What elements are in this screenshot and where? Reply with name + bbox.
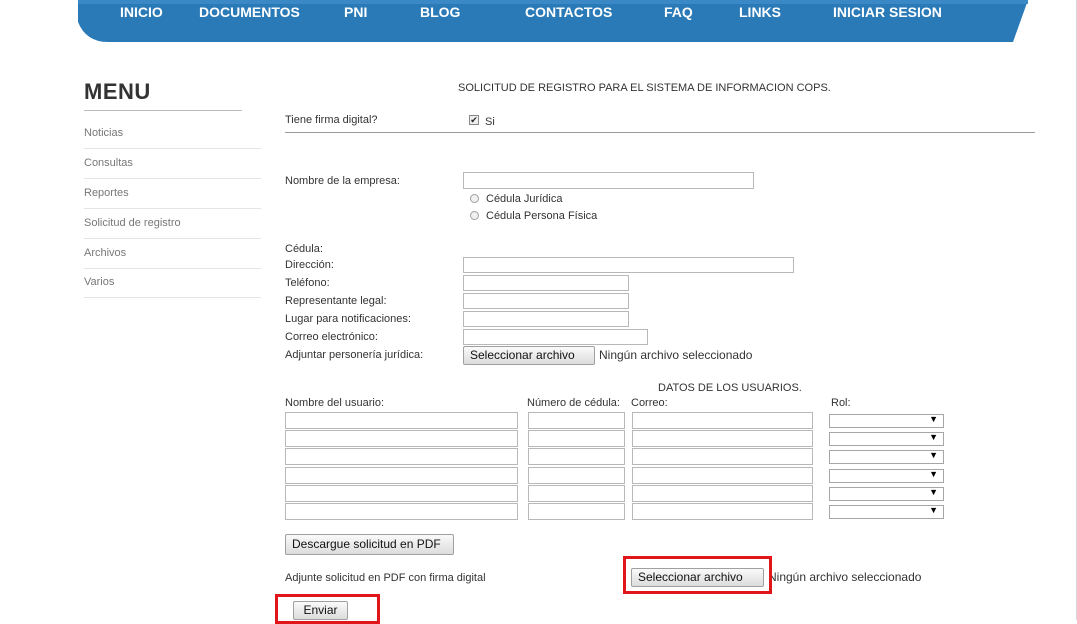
sidebar-title: MENU (84, 79, 151, 104)
user-name-input[interactable] (285, 430, 518, 447)
col-rol-header: Rol: (831, 397, 851, 409)
highlight-file-button (623, 556, 772, 594)
radio-cedula-fisica[interactable] (470, 211, 479, 220)
chevron-down-icon: ▼ (929, 469, 938, 479)
user-correo-input[interactable] (632, 485, 813, 502)
user-rol-select[interactable]: ▼ (829, 432, 944, 446)
chevron-down-icon: ▼ (929, 432, 938, 442)
user-cedula-input[interactable] (528, 430, 625, 447)
nav-contactos[interactable]: CONTACTOS (525, 4, 612, 20)
chevron-down-icon: ▼ (929, 487, 938, 497)
user-rol-select[interactable]: ▼ (829, 450, 944, 464)
nav-faq[interactable]: FAQ (664, 4, 693, 20)
col-cedula-header: Número de cédula: (527, 397, 620, 409)
empresa-input[interactable] (463, 172, 754, 189)
correo-label: Correo electrónico: (285, 331, 378, 343)
user-correo-input[interactable] (632, 503, 813, 520)
radio-cedula-fisica-label: Cédula Persona Física (486, 210, 598, 222)
chevron-down-icon: ▼ (929, 414, 938, 424)
nav-links[interactable]: LINKS (739, 4, 781, 20)
sidebar-title-divider (84, 110, 242, 111)
user-name-input[interactable] (285, 503, 518, 520)
user-cedula-input[interactable] (528, 412, 625, 429)
nav-inicio[interactable]: INICIO (120, 4, 163, 20)
sidebar-item-archivos[interactable]: Archivos (84, 239, 261, 269)
nav-pni[interactable]: PNI (344, 4, 367, 20)
user-cedula-input[interactable] (528, 448, 625, 465)
form-heading: SOLICITUD DE REGISTRO PARA EL SISTEMA DE… (458, 82, 831, 94)
firma-checkbox[interactable]: ✔ (469, 115, 479, 125)
representante-label: Representante legal: (285, 295, 387, 307)
user-name-input[interactable] (285, 412, 518, 429)
user-correo-input[interactable] (632, 412, 813, 429)
user-cedula-input[interactable] (528, 503, 625, 520)
attach-pdf-label: Adjunte solicitud en PDF con firma digit… (285, 572, 486, 584)
adjuntar-label: Adjuntar personería jurídica: (285, 349, 424, 361)
attach-pdf-file-status: Ningún archivo seleccionado (768, 570, 922, 584)
radio-cedula-juridica-label: Cédula Jurídica (486, 193, 563, 205)
nav-blog[interactable]: BLOG (420, 4, 460, 20)
users-heading: DATOS DE LOS USUARIOS. (658, 382, 802, 394)
user-correo-input[interactable] (632, 448, 813, 465)
personeria-file-button[interactable]: Seleccionar archivo (463, 346, 595, 365)
radio-cedula-juridica[interactable] (470, 194, 479, 203)
user-name-input[interactable] (285, 448, 518, 465)
nav-iniciar-sesion[interactable]: INICIAR SESION (833, 4, 942, 20)
notificaciones-input[interactable] (463, 311, 629, 327)
firma-value: Si (485, 116, 495, 128)
user-name-input[interactable] (285, 485, 518, 502)
sidebar-item-noticias[interactable]: Noticias (84, 119, 261, 149)
user-rol-select[interactable]: ▼ (829, 469, 944, 483)
user-rol-select[interactable]: ▼ (829, 505, 944, 519)
empresa-label: Nombre de la empresa: (285, 175, 400, 187)
chevron-down-icon: ▼ (929, 450, 938, 460)
user-rol-select[interactable]: ▼ (829, 487, 944, 501)
representante-input[interactable] (463, 293, 629, 309)
telefono-input[interactable] (463, 275, 629, 291)
personeria-file-status: Ningún archivo seleccionado (599, 348, 753, 362)
sidebar-item-reportes[interactable]: Reportes (84, 179, 261, 209)
user-cedula-input[interactable] (528, 485, 625, 502)
download-pdf-button[interactable]: Descargue solicitud en PDF (285, 534, 454, 555)
user-name-input[interactable] (285, 467, 518, 484)
col-correo-header: Correo: (631, 397, 668, 409)
sidebar-item-varios[interactable]: Varios (84, 268, 261, 298)
user-correo-input[interactable] (632, 430, 813, 447)
user-correo-input[interactable] (632, 467, 813, 484)
direccion-label: Dirección: (285, 259, 334, 271)
notificaciones-label: Lugar para notificaciones: (285, 313, 411, 325)
direccion-input[interactable] (463, 257, 794, 273)
telefono-label: Teléfono: (285, 277, 330, 289)
sidebar-item-solicitud-registro[interactable]: Solicitud de registro (84, 209, 261, 239)
sidebar-item-consultas[interactable]: Consultas (84, 149, 261, 179)
chevron-down-icon: ▼ (929, 505, 938, 515)
firma-label: Tiene firma digital? (285, 114, 378, 126)
nav-documentos[interactable]: DOCUMENTOS (199, 4, 300, 20)
user-rol-select[interactable]: ▼ (829, 414, 944, 428)
top-nav: INICIO DOCUMENTOS PNI BLOG CONTACTOS FAQ… (78, 0, 1028, 42)
col-nombre-header: Nombre del usuario: (285, 397, 385, 409)
cedula-label: Cédula: (285, 243, 323, 255)
correo-input[interactable] (463, 329, 648, 345)
section-divider (285, 132, 1035, 133)
user-cedula-input[interactable] (528, 467, 625, 484)
